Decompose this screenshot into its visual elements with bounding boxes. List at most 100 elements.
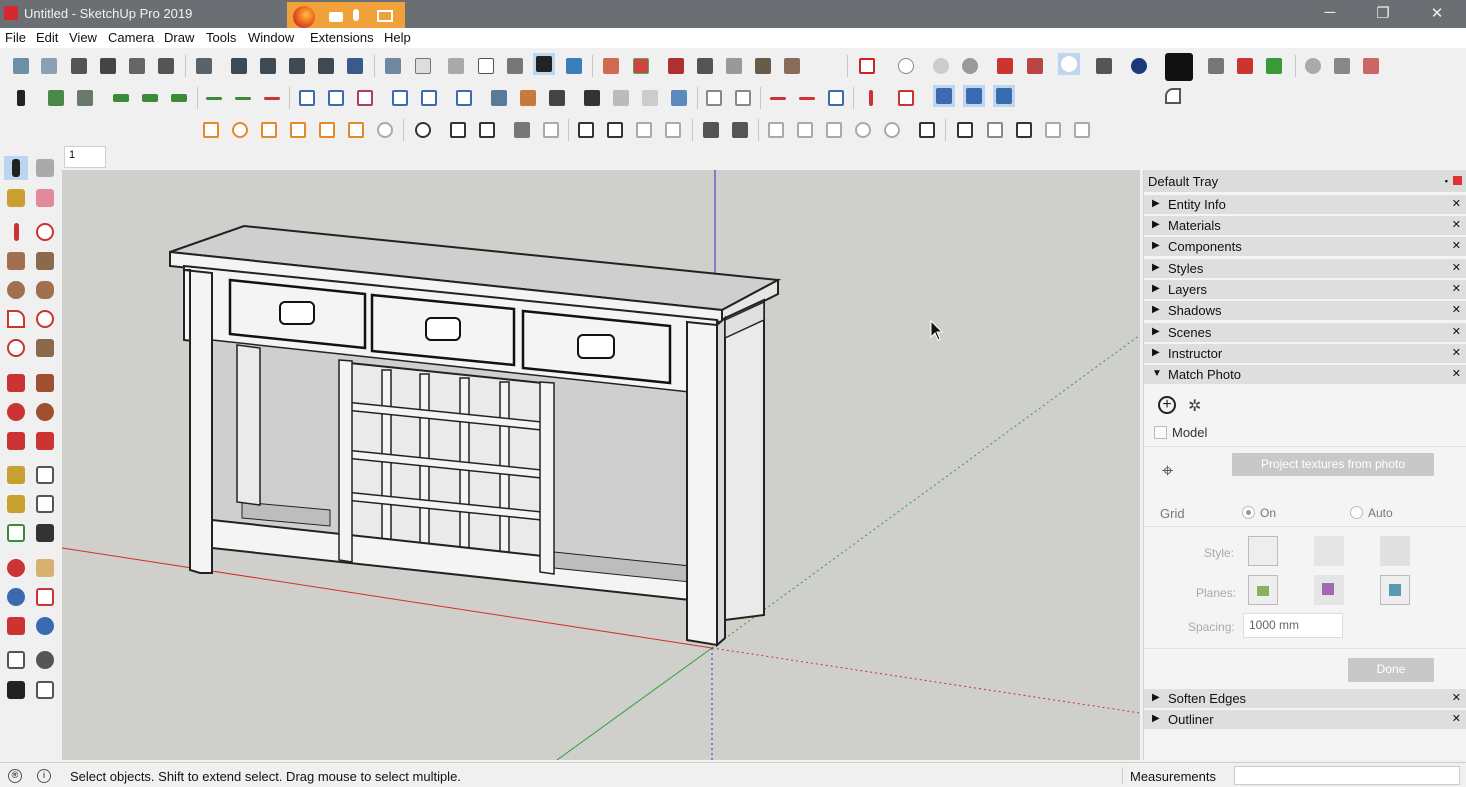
solid-2-icon[interactable] [794,119,816,141]
align-top-icon[interactable] [110,87,132,109]
camera-icon[interactable] [329,12,343,22]
crosshair-icon[interactable]: ⌖ [1162,460,1184,482]
make-component-icon[interactable] [33,156,57,180]
cube-blue-icon[interactable] [933,85,955,107]
cube-outline-icon[interactable] [984,119,1006,141]
circle-outline-icon[interactable] [895,55,917,77]
grid-gray-icon[interactable] [703,87,725,109]
position-camera-icon[interactable] [4,648,28,672]
pie-icon[interactable] [33,336,57,360]
grid-small-icon[interactable] [825,87,847,109]
measure-tool-icon[interactable] [1360,55,1382,77]
align-icon[interactable] [511,119,533,141]
protractor-icon[interactable] [4,492,28,516]
add-match-photo-icon[interactable]: + [1158,396,1176,414]
dropbox-gray-icon[interactable] [694,55,716,77]
boxes-2-icon[interactable] [729,119,751,141]
cube-dark-icon[interactable] [1013,119,1035,141]
instructor-info-icon[interactable]: i [37,769,51,783]
red-dash-2-icon[interactable] [796,87,818,109]
rotate-icon[interactable] [4,400,28,424]
window-icon[interactable] [575,119,597,141]
window-2-icon[interactable] [604,119,626,141]
section-plane-icon[interactable] [33,678,57,702]
undo-icon[interactable] [546,87,568,109]
panel-styles[interactable]: ▶ Styles ✕ [1144,259,1466,279]
zoom-extents-icon[interactable] [4,614,28,638]
flip-icon[interactable] [781,55,803,77]
hand-pointer-icon[interactable] [916,119,938,141]
paint-bucket-icon[interactable] [994,55,1016,77]
3d-text-icon[interactable] [33,521,57,545]
screen-share-icon[interactable] [377,10,393,22]
style-grid-plane-icon[interactable] [1380,536,1410,566]
panel-match-photo[interactable]: ▼ Match Photo ✕ [1144,365,1466,385]
menu-draw[interactable]: Draw [164,30,194,45]
model-viewport[interactable] [62,170,1140,760]
section-box-icon[interactable] [600,55,622,77]
top-view-icon[interactable] [97,55,119,77]
table-2-icon[interactable] [418,87,440,109]
table-3-icon[interactable] [453,87,475,109]
menu-extensions[interactable]: Extensions [310,30,374,45]
eraser-icon[interactable] [33,186,57,210]
panel-scenes[interactable]: ▶ Scenes ✕ [1144,323,1466,343]
front-view-icon[interactable] [126,55,148,77]
wand-icon[interactable] [610,87,632,109]
share-model-icon[interactable] [38,55,60,77]
panel-layers[interactable]: ▶ Layers ✕ [1144,280,1466,300]
close-icon[interactable]: ✕ [1452,261,1461,274]
three-point-arc-icon[interactable] [4,336,28,360]
terrain-icon[interactable] [752,55,774,77]
table-icon[interactable] [389,87,411,109]
face-style-icon[interactable] [382,55,404,77]
cube-green-icon[interactable] [1263,55,1285,77]
lock-icon[interactable] [1234,55,1256,77]
boxes-icon[interactable] [700,119,722,141]
tray-close-icon[interactable] [1453,176,1462,185]
sandbox-drape-icon[interactable] [345,119,367,141]
cube-blue-3-icon[interactable] [993,85,1015,107]
paste-icon[interactable] [517,87,539,109]
circle-icon[interactable] [4,278,28,302]
solid-4-icon[interactable] [852,119,874,141]
two-point-arc-icon[interactable] [33,307,57,331]
close-icon[interactable]: ✕ [1452,325,1461,338]
layers-stack-icon[interactable] [533,53,555,75]
pen-red-icon[interactable] [860,87,882,109]
zoom-window-icon[interactable] [33,585,57,609]
dimension-icon[interactable] [33,463,57,487]
grid-auto-radio[interactable] [1350,506,1363,519]
chain-icon[interactable] [668,87,690,109]
checkbox-green-icon[interactable] [45,87,67,109]
geo-location-icon[interactable]: ® [8,769,22,783]
sandbox-circle-icon[interactable] [229,119,251,141]
close-icon[interactable]: ✕ [1452,239,1461,252]
pin-icon[interactable] [1331,55,1353,77]
grid-red-icon[interactable] [354,87,376,109]
right-view-icon[interactable] [155,55,177,77]
previous-view-icon[interactable] [33,614,57,638]
arrow-icon[interactable] [10,87,32,109]
panel-outliner[interactable]: ▶ Outliner ✕ [1144,710,1466,730]
menu-tools[interactable]: Tools [206,30,236,45]
location-icon[interactable] [954,119,976,141]
grid-blue-icon[interactable] [296,87,318,109]
grid-on-radio[interactable] [1242,506,1255,519]
menu-help[interactable]: Help [384,30,411,45]
check-circle-icon[interactable] [412,119,434,141]
ocl-extension-icon[interactable] [1165,53,1193,81]
solid-icon[interactable] [765,119,787,141]
freehand-icon[interactable] [33,220,57,244]
maximize-button[interactable]: ❐ [1371,4,1395,24]
download-icon[interactable] [1024,55,1046,77]
window-3-icon[interactable] [633,119,655,141]
shade-icon[interactable] [504,55,526,77]
align-middle-icon[interactable] [139,87,161,109]
minus-line-icon[interactable] [261,87,283,109]
rotated-rectangle-icon[interactable] [33,249,57,273]
tag-icon[interactable] [1071,119,1093,141]
style-grid-cube-icon[interactable] [1248,536,1278,566]
menu-file[interactable]: File [5,30,26,45]
shaded-icon[interactable] [286,55,308,77]
